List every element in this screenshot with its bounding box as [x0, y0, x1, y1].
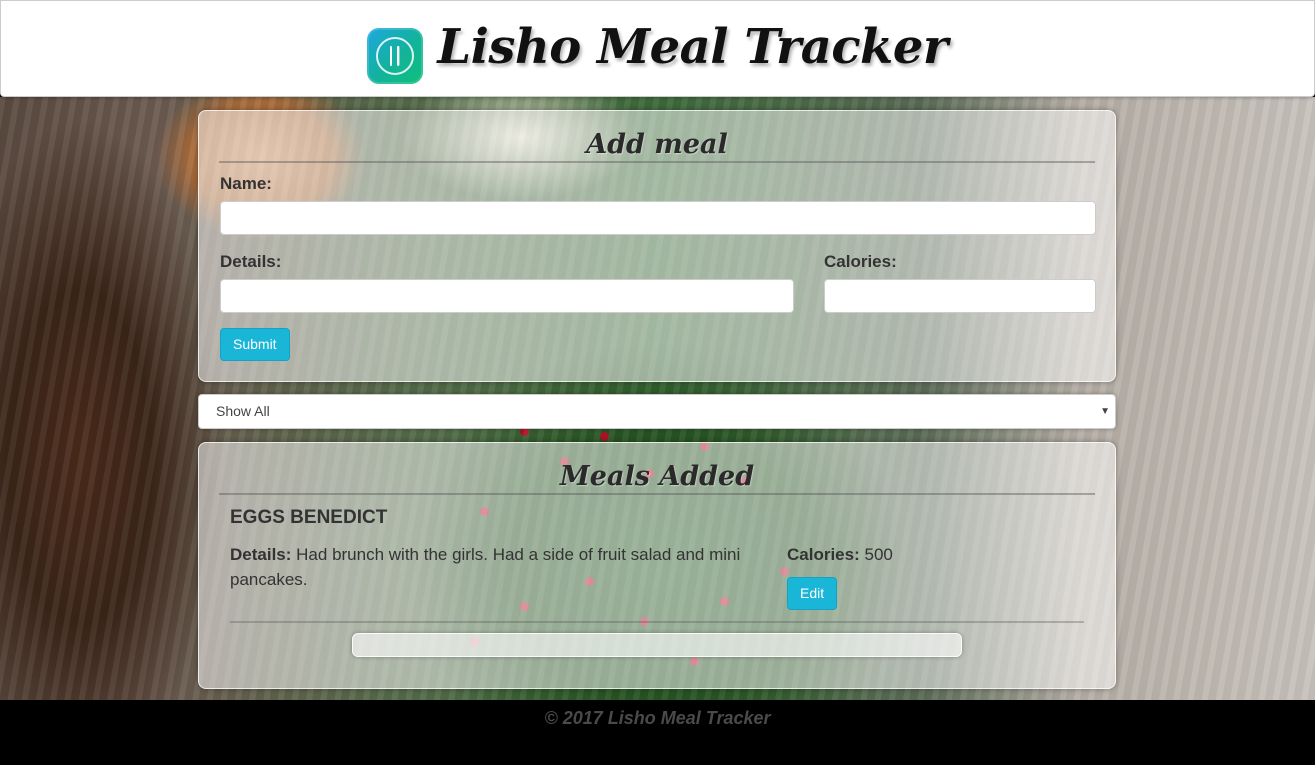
meal-details-label: Details:	[230, 545, 292, 564]
details-input[interactable]	[220, 279, 794, 313]
name-input[interactable]	[220, 201, 1096, 235]
submit-button[interactable]: Submit	[220, 328, 290, 361]
edit-meal-button[interactable]: Edit	[787, 577, 838, 610]
meal-calories-label: Calories:	[787, 545, 860, 564]
meal-divider	[230, 621, 1084, 623]
site-title: Lisho Meal Tracker	[437, 18, 948, 75]
calories-label: Calories:	[824, 252, 897, 271]
details-label: Details:	[220, 252, 282, 271]
heading-divider	[219, 161, 1095, 163]
footer-copyright: © 2017 Lisho Meal Tracker	[544, 708, 771, 728]
meal-calories: Calories: 500	[787, 542, 893, 567]
site-header: Lisho Meal Tracker	[0, 0, 1315, 97]
meal-details: Details: Had brunch with the girls. Had …	[230, 542, 778, 592]
add-meal-panel: Add meal Name: Details: Calories: Submit	[198, 110, 1116, 382]
chevron-down-icon: ▼	[1100, 406, 1110, 417]
meal-list-item: EGGS BENEDICT Details: Had brunch with t…	[230, 507, 1086, 610]
site-footer: © 2017 Lisho Meal Tracker	[0, 700, 1315, 765]
meal-name: EGGS BENEDICT	[230, 507, 388, 528]
meal-list-scrollbar[interactable]	[352, 633, 962, 657]
filter-selected-value: Show All	[216, 403, 270, 419]
meal-calories-value: 500	[864, 545, 893, 564]
meals-added-panel: Meals Added EGGS BENEDICT Details: Had b…	[198, 442, 1116, 689]
name-label: Name:	[220, 174, 272, 193]
meal-filter-select[interactable]: Show All ▼	[198, 394, 1116, 429]
add-meal-heading: Add meal	[586, 129, 728, 160]
meal-details-text: Had brunch with the girls. Had a side of…	[230, 545, 741, 589]
meals-added-heading: Meals Added	[559, 461, 755, 492]
heading-divider	[219, 493, 1095, 495]
calories-input[interactable]	[824, 279, 1096, 313]
fork-knife-icon	[367, 27, 424, 84]
